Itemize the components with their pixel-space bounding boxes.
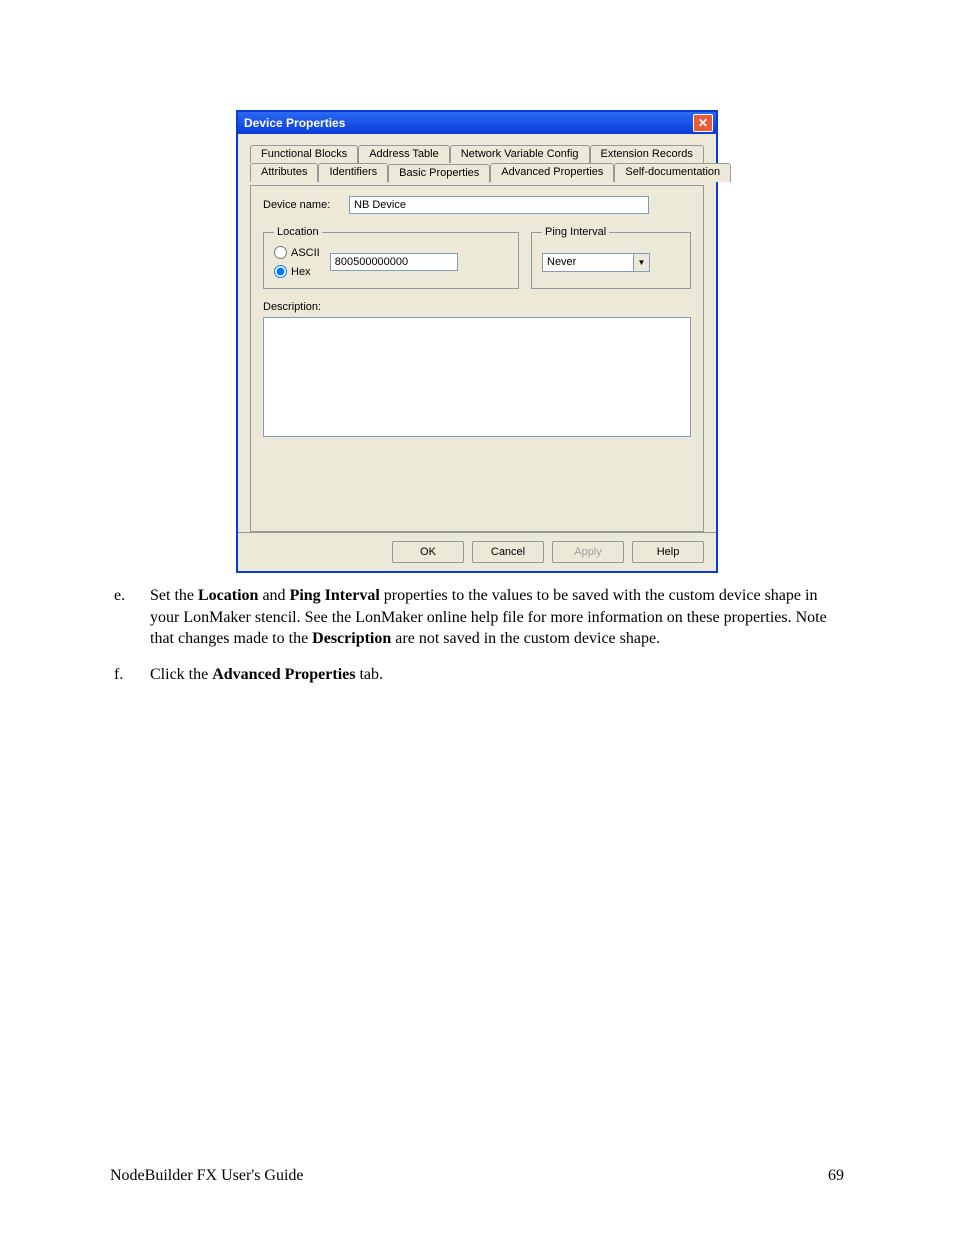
ping-interval-value: Never [547, 256, 576, 268]
location-group: Location ASCII Hex [263, 226, 519, 289]
ok-button[interactable]: OK [392, 541, 464, 563]
tab-strip: Functional Blocks Address Table Network … [250, 144, 704, 181]
close-icon[interactable]: ✕ [693, 114, 713, 132]
description-textarea[interactable] [263, 317, 691, 437]
tab-functional-blocks[interactable]: Functional Blocks [250, 145, 358, 163]
step-e: e. Set the Location and Ping Interval pr… [110, 585, 844, 650]
step-f: f. Click the Advanced Properties tab. [110, 664, 844, 686]
tab-extension-records[interactable]: Extension Records [590, 145, 704, 163]
ping-interval-legend: Ping Interval [542, 226, 609, 238]
device-name-input[interactable] [349, 196, 649, 214]
device-name-label: Device name: [263, 199, 349, 211]
ping-interval-select[interactable]: Never ▼ [542, 253, 650, 272]
page-footer: NodeBuilder FX User's Guide 69 [110, 1167, 844, 1185]
dialog-client-area: Functional Blocks Address Table Network … [238, 134, 716, 532]
list-marker: f. [110, 664, 150, 686]
chevron-down-icon: ▼ [633, 254, 649, 271]
list-marker: e. [110, 585, 150, 650]
instruction-text: e. Set the Location and Ping Interval pr… [110, 585, 844, 685]
titlebar: Device Properties ✕ [238, 112, 716, 134]
tab-panel: Device name: Location ASCII Hex Ping Int… [250, 185, 704, 532]
cancel-button[interactable]: Cancel [472, 541, 544, 563]
device-properties-dialog: Device Properties ✕ Functional Blocks Ad… [236, 110, 718, 573]
tab-self-documentation[interactable]: Self-documentation [614, 163, 731, 182]
location-legend: Location [274, 226, 322, 238]
radio-ascii[interactable]: ASCII [274, 246, 320, 259]
tab-attributes[interactable]: Attributes [250, 163, 318, 182]
tab-advanced-properties[interactable]: Advanced Properties [490, 163, 614, 182]
ping-interval-group: Ping Interval Never ▼ [531, 226, 691, 289]
apply-button[interactable]: Apply [552, 541, 624, 563]
tab-basic-properties[interactable]: Basic Properties [388, 164, 490, 183]
tab-identifiers[interactable]: Identifiers [318, 163, 388, 182]
footer-left: NodeBuilder FX User's Guide [110, 1167, 304, 1185]
location-value-input[interactable] [330, 253, 458, 271]
radio-hex[interactable]: Hex [274, 265, 320, 278]
description-label: Description: [263, 301, 349, 313]
tab-address-table[interactable]: Address Table [358, 145, 450, 163]
help-button[interactable]: Help [632, 541, 704, 563]
footer-page-number: 69 [828, 1167, 844, 1185]
tab-network-variable-config[interactable]: Network Variable Config [450, 145, 590, 163]
window-title: Device Properties [244, 116, 345, 130]
button-bar: OK Cancel Apply Help [238, 532, 716, 571]
